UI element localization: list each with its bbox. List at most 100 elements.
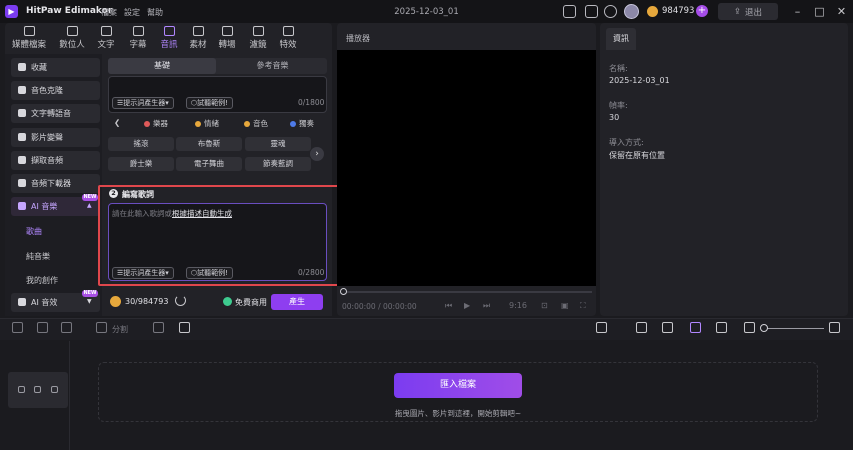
fullscreen-icon[interactable]: ⛶ bbox=[580, 301, 586, 311]
genre-chip-soul[interactable]: 靈魂 bbox=[245, 137, 311, 151]
tab-effects[interactable]: 特效 bbox=[273, 26, 303, 50]
sidebar-subitem-my-creations[interactable]: 我的創作 bbox=[26, 275, 58, 286]
solo-icon bbox=[290, 120, 296, 127]
menu-help[interactable]: 幫助 bbox=[147, 7, 163, 18]
tab-assets[interactable]: 素材 bbox=[183, 26, 213, 50]
fit-icon[interactable] bbox=[716, 322, 727, 333]
link-icon[interactable] bbox=[636, 322, 647, 333]
minimize-button[interactable]: – bbox=[790, 4, 805, 19]
scissors-icon[interactable] bbox=[96, 322, 107, 333]
voice-changer-icon bbox=[18, 133, 26, 141]
undo-icon[interactable] bbox=[12, 322, 23, 333]
zoom-slider-handle[interactable] bbox=[760, 324, 768, 332]
video-preview[interactable] bbox=[337, 50, 596, 286]
sidebar-subitem-instrumental[interactable]: 純音樂 bbox=[26, 251, 50, 262]
drop-hint: 拖曳圖片、影片到這裡，開始剪輯吧~ bbox=[394, 409, 522, 418]
style-tab-mood[interactable]: 情緒 bbox=[195, 118, 219, 129]
tab-info[interactable]: 資訊 bbox=[606, 28, 636, 50]
download-icon bbox=[18, 179, 26, 187]
lyrics-try-example-button[interactable]: ⬡ 試聽範例! bbox=[186, 267, 233, 279]
microphone-icon[interactable] bbox=[596, 322, 607, 333]
sidebar-item-favorites[interactable]: 收藏 bbox=[11, 58, 100, 77]
style-tab-solo[interactable]: 獨奏 bbox=[290, 118, 314, 129]
ai-sfx-icon bbox=[18, 298, 26, 306]
genre-chip-edm[interactable]: 電子舞曲 bbox=[176, 157, 242, 171]
auto-generate-lyrics-link[interactable]: 根據描述自動生成 bbox=[172, 209, 232, 218]
genre-chip-blues[interactable]: 布魯斯 bbox=[176, 137, 242, 151]
download-icon[interactable] bbox=[604, 5, 617, 18]
tab-audio[interactable]: 音訊 bbox=[154, 26, 184, 50]
track-lock-icon[interactable] bbox=[18, 386, 25, 393]
media-icon bbox=[23, 26, 35, 36]
zoom-in-icon[interactable] bbox=[829, 322, 840, 333]
app-name: HitPaw Edimakor bbox=[26, 6, 113, 16]
sidebar-item-voice-changer[interactable]: 影片變聲 bbox=[11, 128, 100, 147]
style-prev-button[interactable]: ❮ bbox=[114, 118, 120, 127]
prev-frame-icon[interactable]: ⏮ bbox=[445, 301, 452, 311]
style-tab-instruments[interactable]: 樂器 bbox=[144, 118, 168, 129]
prompt-generator-button[interactable]: ☰ 提示詞產生器 ▾ bbox=[112, 97, 174, 109]
sidebar-item-extract-audio[interactable]: 擷取音頻 bbox=[11, 151, 100, 170]
tab-transitions[interactable]: 轉場 bbox=[212, 26, 242, 50]
maximize-button[interactable]: □ bbox=[812, 4, 827, 19]
menu-file[interactable]: 檔案 bbox=[101, 7, 117, 18]
split-label[interactable]: 分割 bbox=[112, 324, 128, 335]
assets-icon bbox=[192, 26, 204, 36]
split-view-icon[interactable] bbox=[690, 322, 701, 333]
style-tab-timbre[interactable]: 音色 bbox=[244, 118, 268, 129]
playback-scrubber[interactable] bbox=[343, 291, 592, 293]
tab-basic[interactable]: 基礎 bbox=[108, 58, 216, 74]
logout-button[interactable]: ⇪ 退出 bbox=[718, 3, 778, 20]
step-number: 2 bbox=[109, 189, 118, 198]
tab-digital-human[interactable]: 數位人 bbox=[57, 26, 87, 50]
delete-icon[interactable] bbox=[61, 322, 72, 333]
zoom-slider[interactable] bbox=[764, 328, 824, 330]
commercial-use-icon bbox=[223, 297, 232, 306]
genre-next-button[interactable]: › bbox=[310, 147, 324, 161]
next-frame-icon[interactable]: ⏭ bbox=[483, 301, 490, 311]
tab-filters[interactable]: 濾鏡 bbox=[243, 26, 273, 50]
refresh-icon[interactable] bbox=[175, 295, 186, 306]
tab-media[interactable]: 媒體檔案 bbox=[9, 26, 49, 50]
sidebar-item-voice-clone[interactable]: 音色克隆 bbox=[11, 81, 100, 100]
snap-icon[interactable] bbox=[662, 322, 673, 333]
menu-settings[interactable]: 設定 bbox=[124, 7, 140, 18]
import-files-button[interactable]: 匯入檔案 bbox=[394, 373, 522, 398]
avatar[interactable] bbox=[624, 4, 639, 19]
sidebar-subitem-songs[interactable]: 歌曲 bbox=[26, 226, 42, 237]
shield-icon[interactable] bbox=[153, 322, 164, 333]
redo-icon[interactable] bbox=[37, 322, 48, 333]
sidebar-item-tts[interactable]: 文字轉語音 bbox=[11, 104, 100, 123]
generate-button[interactable]: 產生 bbox=[271, 294, 323, 310]
tab-subtitles[interactable]: 字幕 bbox=[123, 26, 153, 50]
try-example-button[interactable]: ⬡ 試聽範例! bbox=[186, 97, 233, 109]
genre-chip-rock[interactable]: 搖滾 bbox=[108, 137, 174, 151]
snapshot-icon[interactable]: ⊡ bbox=[541, 301, 548, 310]
chevron-down-icon: ▾ bbox=[165, 269, 169, 277]
mode-tabs: 基礎 參考音樂 bbox=[108, 58, 327, 74]
genre-chip-rnb[interactable]: 節奏藍調 bbox=[245, 157, 311, 171]
name-value: 2025-12-03_01 bbox=[609, 76, 670, 85]
scrubber-handle[interactable] bbox=[340, 288, 347, 295]
lyrics-counter: 0/2800 bbox=[298, 268, 325, 277]
new-badge: NEW bbox=[82, 290, 98, 297]
genre-chip-jazz[interactable]: 爵士樂 bbox=[108, 157, 174, 171]
ai-music-icon bbox=[18, 202, 26, 210]
feedback-icon[interactable] bbox=[585, 5, 598, 18]
speaker-icon[interactable] bbox=[51, 386, 58, 393]
text-tool-icon[interactable] bbox=[179, 322, 190, 333]
zoom-out-icon[interactable] bbox=[744, 322, 755, 333]
import-mode-label: 導入方式: bbox=[609, 138, 644, 147]
layout-icon[interactable] bbox=[563, 5, 576, 18]
add-coins-button[interactable]: + bbox=[696, 5, 708, 17]
lyrics-prompt-generator-button[interactable]: ☰ 提示詞產生器 ▾ bbox=[112, 267, 174, 279]
aspect-ratio-select[interactable]: 9:16 bbox=[509, 301, 527, 310]
quality-icon[interactable]: ▣ bbox=[561, 301, 569, 310]
tab-text[interactable]: 文字 bbox=[91, 26, 121, 50]
close-button[interactable]: ✕ bbox=[834, 4, 849, 19]
play-icon[interactable]: ▶ bbox=[464, 301, 470, 310]
eye-icon[interactable] bbox=[34, 386, 41, 393]
player-title: 播放器 bbox=[346, 34, 370, 43]
tab-reference-music[interactable]: 參考音樂 bbox=[218, 58, 327, 74]
sidebar-item-audio-downloader[interactable]: 音頻下載器 bbox=[11, 174, 100, 193]
